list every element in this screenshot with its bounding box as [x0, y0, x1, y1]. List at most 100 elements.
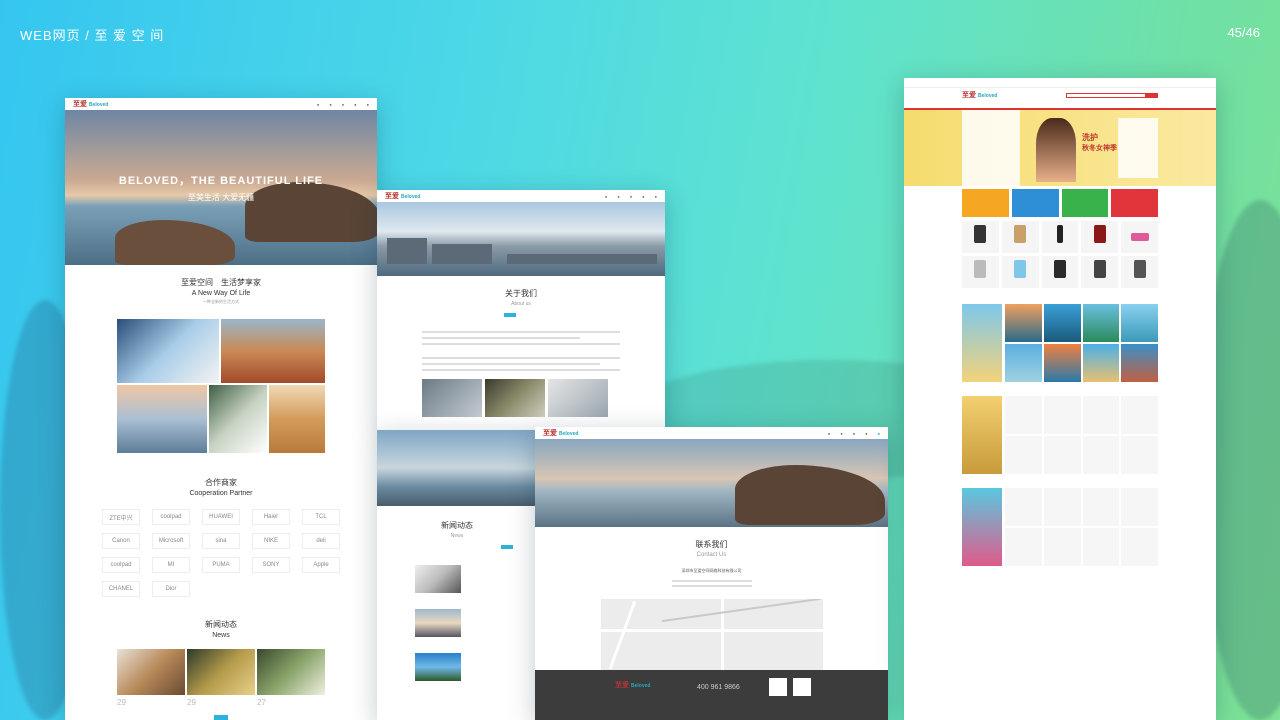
location-map[interactable]: [600, 599, 823, 671]
nav-link[interactable]: ●: [853, 431, 855, 436]
partner-logo[interactable]: HUAWEI: [202, 509, 240, 525]
floor-banner[interactable]: [962, 396, 1002, 474]
partner-logo[interactable]: Haier: [252, 509, 290, 525]
partner-logo[interactable]: coolpad: [102, 557, 140, 573]
category-menu[interactable]: [962, 110, 1020, 186]
floor-item[interactable]: [1005, 528, 1042, 566]
partner-logo[interactable]: NIKE: [252, 533, 290, 549]
floor-item[interactable]: [1121, 436, 1158, 474]
floor-item[interactable]: [1121, 304, 1158, 342]
nav-link[interactable]: ●: [630, 194, 632, 199]
product-card[interactable]: [1041, 221, 1079, 253]
partner-logo[interactable]: SONY: [252, 557, 290, 573]
floor-item[interactable]: [1005, 304, 1042, 342]
news-thumbnail[interactable]: [415, 609, 461, 637]
floor-banner[interactable]: [962, 304, 1002, 382]
about-image[interactable]: [548, 379, 608, 417]
partner-logo[interactable]: MI: [152, 557, 190, 573]
promo-banner[interactable]: 洗护 秋冬女神季: [904, 110, 1216, 186]
user-panel[interactable]: [1118, 118, 1158, 178]
nav-link[interactable]: ●: [617, 194, 619, 199]
about-image[interactable]: [422, 379, 482, 417]
nav-link[interactable]: ●: [828, 431, 830, 436]
floor-item[interactable]: [1121, 396, 1158, 434]
floor-item[interactable]: [1121, 488, 1158, 526]
floor-item[interactable]: [1005, 488, 1042, 526]
floor-item[interactable]: [1005, 344, 1042, 382]
partner-logo[interactable]: coolpad: [152, 509, 190, 525]
partner-logo[interactable]: sina: [202, 533, 240, 549]
product-card[interactable]: [1001, 221, 1039, 253]
partner-logo[interactable]: Dior: [152, 581, 190, 597]
floor-item[interactable]: [1043, 528, 1081, 566]
floor-item[interactable]: [1005, 436, 1042, 474]
floor-item[interactable]: [1082, 488, 1120, 526]
floor-item[interactable]: [1043, 488, 1081, 526]
floor-item[interactable]: [1121, 528, 1158, 566]
brand-logo[interactable]: 至爱 Beloved: [385, 191, 420, 201]
news-thumbnail[interactable]: [415, 653, 461, 681]
partner-logo[interactable]: Canon: [102, 533, 140, 549]
promo-tile[interactable]: [1111, 189, 1158, 217]
floor-item[interactable]: [1005, 396, 1042, 434]
nav-link[interactable]: ●: [642, 194, 644, 199]
nav-link[interactable]: ●: [605, 194, 607, 199]
gallery-image[interactable]: [269, 385, 325, 453]
partner-logo[interactable]: Microsoft: [152, 533, 190, 549]
brand-logo[interactable]: 至爱 Beloved: [962, 90, 997, 100]
about-image[interactable]: [485, 379, 545, 417]
floor-item[interactable]: [1043, 344, 1081, 382]
brand-logo[interactable]: 至爱 Beloved: [543, 428, 578, 438]
floor-item[interactable]: [1082, 396, 1120, 434]
gallery-image[interactable]: [117, 319, 219, 383]
floor-item[interactable]: [1043, 396, 1081, 434]
product-card[interactable]: [1121, 221, 1158, 253]
partner-logo[interactable]: PUMA: [202, 557, 240, 573]
nav-link[interactable]: ●: [655, 194, 657, 199]
partner-logo[interactable]: Apple: [302, 557, 340, 573]
gallery-image[interactable]: [209, 385, 267, 453]
partner-logo[interactable]: CHANEL: [102, 581, 140, 597]
nav-link[interactable]: ●: [317, 102, 319, 107]
floor-item[interactable]: [1082, 436, 1120, 474]
floor-item[interactable]: [1121, 344, 1158, 382]
floor-banner[interactable]: [962, 488, 1002, 566]
nav-link[interactable]: ●: [865, 431, 867, 436]
product-card[interactable]: [962, 256, 999, 288]
news-image[interactable]: [257, 649, 325, 695]
promo-tile[interactable]: [1061, 189, 1109, 217]
promo-tile[interactable]: [1011, 189, 1059, 217]
partner-logo[interactable]: ZTE中兴: [102, 509, 140, 525]
about-tab[interactable]: [504, 313, 516, 317]
product-card[interactable]: [1081, 256, 1119, 288]
gallery-image[interactable]: [221, 319, 325, 383]
partner-logo[interactable]: deli: [302, 533, 340, 549]
news-tab[interactable]: [501, 545, 513, 549]
search-input[interactable]: [1066, 92, 1146, 98]
news-image[interactable]: [187, 649, 255, 695]
product-card[interactable]: [962, 221, 999, 253]
product-card[interactable]: [1081, 221, 1119, 253]
floor-item[interactable]: [1043, 436, 1081, 474]
promo-tile[interactable]: [962, 189, 1009, 217]
more-button[interactable]: [214, 715, 228, 720]
gallery-image[interactable]: [117, 385, 207, 453]
brand-logo[interactable]: 至爱 Beloved: [73, 99, 108, 109]
news-image[interactable]: [117, 649, 185, 695]
product-card[interactable]: [1041, 256, 1079, 288]
nav-link[interactable]: ●: [878, 431, 880, 436]
nav-link[interactable]: ●: [367, 102, 369, 107]
product-card[interactable]: [1121, 256, 1158, 288]
nav-link[interactable]: ●: [840, 431, 842, 436]
nav-link[interactable]: ●: [329, 102, 331, 107]
search-button[interactable]: [1146, 92, 1158, 98]
news-thumbnail[interactable]: [415, 565, 461, 593]
floor-item[interactable]: [1082, 304, 1120, 342]
partner-logo[interactable]: TCL: [302, 509, 340, 525]
floor-item[interactable]: [1082, 344, 1120, 382]
nav-link[interactable]: ●: [354, 102, 356, 107]
floor-item[interactable]: [1043, 304, 1081, 342]
nav-link[interactable]: ●: [342, 102, 344, 107]
floor-item[interactable]: [1082, 528, 1120, 566]
product-card[interactable]: [1001, 256, 1039, 288]
